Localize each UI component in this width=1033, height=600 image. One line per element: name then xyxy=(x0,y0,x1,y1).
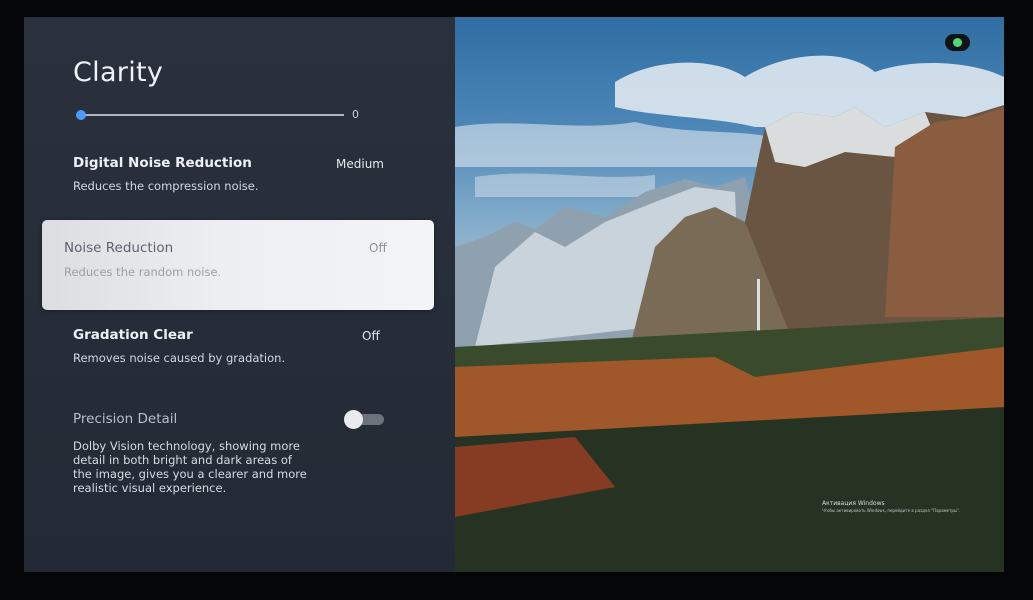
slider-track xyxy=(80,114,344,116)
setting-value: Off xyxy=(362,329,380,343)
tv-screen: Clarity 0 Digital Noise Reduction Medium… xyxy=(24,17,1004,572)
cloud-shape xyxy=(475,173,655,197)
panel-title: Clarity xyxy=(73,57,164,88)
setting-label: Precision Detail xyxy=(73,411,178,427)
clarity-slider[interactable] xyxy=(76,110,346,122)
setting-digital-noise-reduction[interactable]: Digital Noise Reduction Medium Reduces t… xyxy=(42,152,434,202)
watermark-title: Активация Windows xyxy=(822,500,885,507)
setting-label: Noise Reduction xyxy=(64,240,174,256)
slider-value: 0 xyxy=(352,108,359,121)
toggle-knob xyxy=(344,410,363,429)
setting-noise-reduction[interactable]: Noise Reduction Off Reduces the random n… xyxy=(42,220,434,310)
setting-description: Dolby Vision technology, showing more de… xyxy=(73,439,307,495)
setting-description: Reduces the random noise. xyxy=(64,265,222,279)
slider-knob[interactable] xyxy=(76,110,86,120)
setting-value: Off xyxy=(369,241,387,255)
status-dot-icon xyxy=(953,38,962,47)
clarity-settings-panel: Clarity 0 Digital Noise Reduction Medium… xyxy=(24,17,455,572)
setting-value: Medium xyxy=(336,157,384,171)
windows-activation-watermark: Активация Windows Чтобы активировать Win… xyxy=(822,500,960,513)
landscape-illustration xyxy=(455,55,1004,572)
setting-precision-detail[interactable]: Precision Detail Dolby Vision technology… xyxy=(42,407,434,497)
status-indicator xyxy=(945,34,970,51)
setting-label: Gradation Clear xyxy=(73,327,193,343)
preview-image xyxy=(455,17,1004,572)
setting-description: Removes noise caused by gradation. xyxy=(73,351,286,365)
cloud-shape xyxy=(455,122,785,167)
setting-gradation-clear[interactable]: Gradation Clear Off Removes noise caused… xyxy=(42,324,434,374)
watermark-subtitle: Чтобы активировать Windows, перейдите в … xyxy=(822,508,961,513)
setting-description: Reduces the compression noise. xyxy=(73,179,259,193)
setting-label: Digital Noise Reduction xyxy=(73,155,252,171)
precision-detail-toggle[interactable] xyxy=(344,410,384,429)
